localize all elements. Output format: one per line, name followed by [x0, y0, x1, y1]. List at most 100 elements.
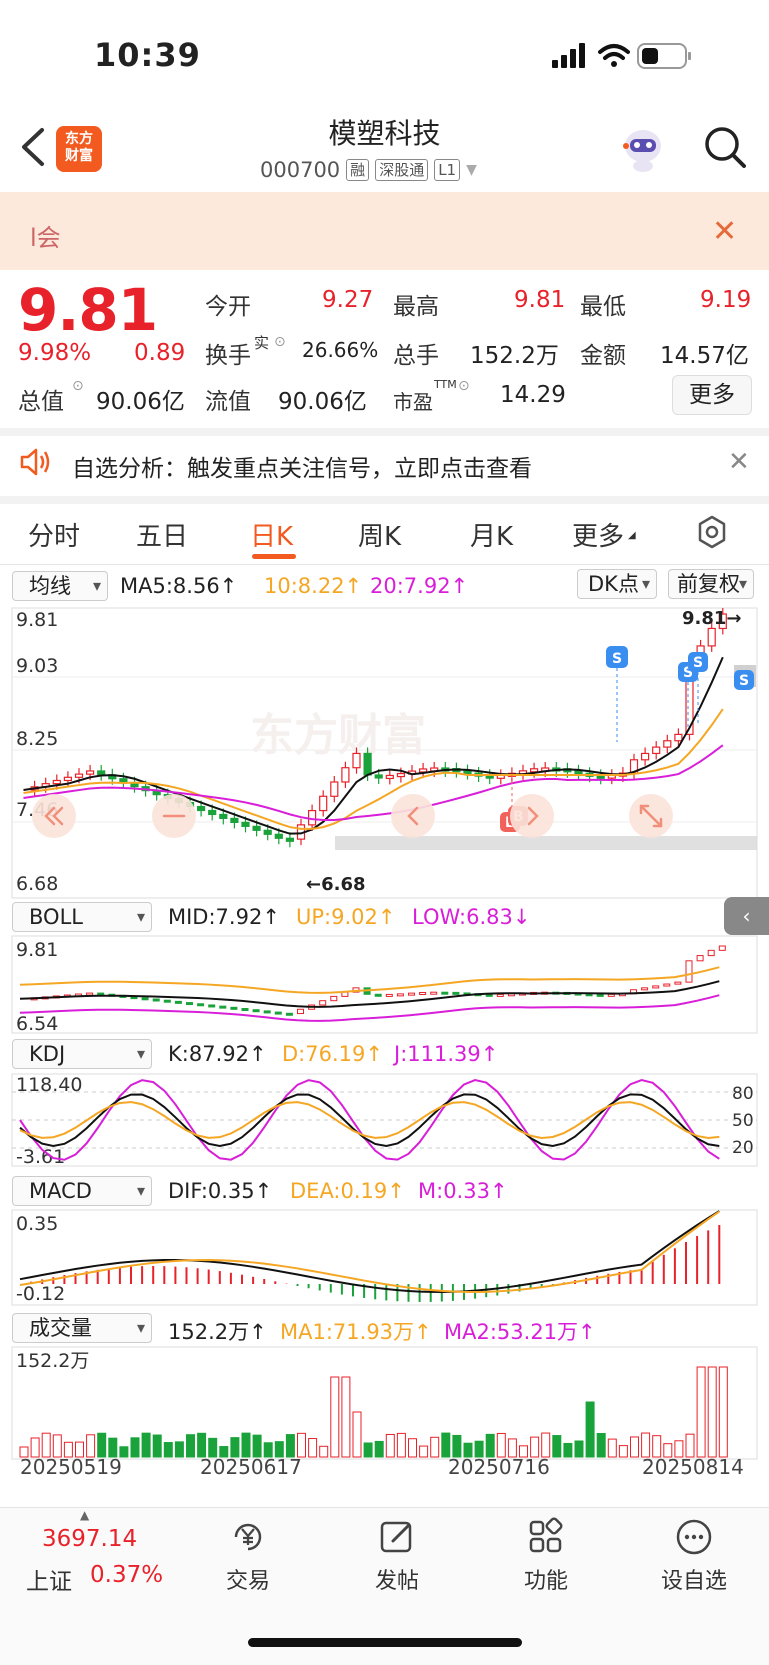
dk-point-button[interactable]: DK点	[577, 569, 657, 599]
ma10-value: 10:8.22↑	[264, 574, 363, 598]
volume-bar	[496, 1432, 506, 1458]
open-value: 9.27	[322, 287, 374, 313]
volume-bar	[541, 1432, 551, 1458]
home-indicator	[248, 1638, 522, 1647]
volume-bar	[241, 1432, 251, 1458]
yen-exchange-icon	[228, 1517, 268, 1557]
boll-candle	[674, 981, 682, 985]
banner-text: l会	[30, 224, 61, 252]
candle-body	[352, 752, 361, 769]
index-value[interactable]: 3697.14	[42, 1526, 137, 1552]
index-name: 上证	[26, 1569, 72, 1595]
volume-bar	[163, 1442, 173, 1458]
caret-up-icon: ▲	[80, 1508, 90, 1522]
volume-bar	[308, 1438, 318, 1458]
side-collapse-button[interactable]: ‹	[724, 897, 769, 935]
boll-candle	[718, 945, 726, 951]
boll-candle	[452, 991, 460, 995]
volume-bar	[186, 1434, 195, 1458]
pe-ttm-tag: TTM	[434, 378, 457, 391]
volume-bar	[319, 1445, 329, 1458]
tab-more[interactable]: 更多	[572, 516, 624, 553]
tab-intraday[interactable]: 分时	[28, 516, 80, 553]
volume-y-0: 152.2万	[16, 1350, 89, 1372]
macd-y-1: -0.12	[16, 1283, 65, 1305]
boll-candle	[385, 993, 393, 997]
tab-monthly-k[interactable]: 月K	[470, 516, 513, 553]
date-label-2: 20250716	[448, 1455, 550, 1479]
tab-weekly-k[interactable]: 周K	[358, 516, 401, 553]
status-icons	[548, 38, 708, 74]
nav-post[interactable]: 发帖	[337, 1517, 457, 1595]
macd-bars	[19, 1210, 721, 1302]
index-change: 0.37%	[90, 1562, 164, 1588]
indicator-select-kdj[interactable]: KDJ	[12, 1039, 152, 1069]
caret-icon: ◢	[628, 530, 636, 541]
boll-candle	[374, 993, 382, 997]
indicator-select-macd[interactable]: MACD	[12, 1176, 152, 1206]
close-icon[interactable]: ✕	[712, 214, 737, 249]
candle-body	[419, 768, 428, 773]
robot-assistant-icon[interactable]	[618, 124, 668, 174]
nav-add-watchlist[interactable]: 设自选	[634, 1517, 754, 1595]
boll-y-0: 9.81	[16, 939, 58, 961]
candle-body	[208, 809, 217, 816]
open-label: 今开	[205, 294, 251, 320]
more-dots-icon	[674, 1517, 714, 1557]
boll-candle	[230, 1006, 238, 1010]
gear-icon[interactable]	[694, 514, 730, 554]
divider	[0, 564, 769, 565]
info-icon[interactable]: ⊙	[72, 378, 84, 394]
candle-body	[663, 740, 672, 748]
candle-body	[74, 773, 84, 778]
info-icon[interactable]: ⊙	[274, 334, 286, 350]
boll-up: UP:9.02↑	[296, 905, 396, 929]
candle-body	[652, 746, 661, 755]
promo-banner[interactable]	[0, 192, 769, 270]
ma5-value: MA5:8.56↑	[120, 574, 238, 598]
boll-candle	[263, 1010, 271, 1014]
volume-bar	[152, 1434, 162, 1458]
candle-body	[97, 770, 106, 776]
tag-connect: 深股通	[375, 159, 429, 181]
change-amount: 0.89	[134, 340, 186, 366]
nav-functions[interactable]: 功能	[486, 1517, 606, 1595]
indicator-select-ma[interactable]: 均线	[12, 571, 108, 601]
boll-candle	[219, 1005, 227, 1009]
low-value: 9.19	[700, 287, 752, 313]
macd-dif: DIF:0.35↑	[168, 1179, 273, 1203]
tab-five-day[interactable]: 五日	[136, 516, 188, 553]
volume-bar	[330, 1376, 340, 1458]
candle-body	[574, 770, 583, 775]
search-icon[interactable]	[702, 124, 748, 170]
boll-low-line	[19, 994, 720, 1022]
tab-daily-k[interactable]: 日K	[250, 516, 293, 553]
boll-candle	[441, 991, 449, 995]
candle-body	[197, 805, 206, 812]
turnover-value: 26.66%	[302, 338, 379, 362]
adjust-button[interactable]: 前复权	[668, 569, 754, 599]
watermark: 东方财富	[250, 710, 426, 761]
candle-body	[219, 813, 228, 820]
more-button[interactable]: 更多	[672, 375, 752, 415]
nav-trade[interactable]: 交易	[188, 1517, 308, 1595]
sell-signal-icons: S S S S	[606, 646, 754, 742]
amount-label: 金额	[580, 343, 626, 369]
total-cap-value: 90.06亿	[96, 389, 185, 415]
kdj-k: K:87.92↑	[168, 1042, 267, 1066]
info-icon[interactable]: ⊙	[458, 378, 470, 394]
indicator-select-volume[interactable]: 成交量	[12, 1313, 152, 1343]
boll-candle	[186, 1002, 193, 1006]
candle-body	[385, 774, 394, 780]
amount-value: 14.57亿	[660, 343, 749, 369]
volume-bar	[574, 1440, 584, 1458]
total-cap-label: 总值	[18, 389, 64, 415]
indicator-select-boll[interactable]: BOLL	[12, 902, 152, 932]
close-icon[interactable]: ✕	[728, 447, 750, 477]
candle-body	[674, 733, 683, 742]
candle-body	[63, 776, 73, 782]
svg-text:S: S	[612, 651, 622, 667]
y-label-1: 9.03	[16, 655, 58, 677]
macd-dea: DEA:0.19↑	[290, 1179, 405, 1203]
candle-body	[241, 821, 250, 827]
